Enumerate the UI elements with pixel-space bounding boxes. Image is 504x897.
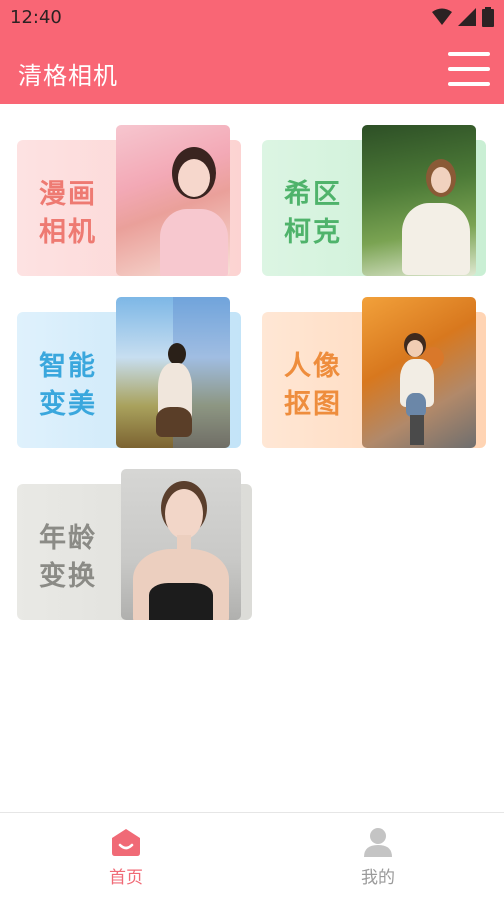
card-label: 年龄 变换 <box>39 520 97 596</box>
home-icon <box>112 829 140 856</box>
feature-card-age-transform[interactable]: 年龄 变换 <box>17 469 252 620</box>
card-label-line1: 希区 <box>284 179 342 210</box>
feature-card-smart-beauty[interactable]: 智能 变美 <box>17 297 241 448</box>
status-icons <box>432 7 494 27</box>
nav-mine-label: 我的 <box>361 868 395 888</box>
feature-card-portrait-cutout[interactable]: 人像 抠图 <box>262 297 486 448</box>
nav-mine[interactable]: 我的 <box>252 813 504 897</box>
battery-icon <box>482 7 494 27</box>
person-icon <box>364 828 392 857</box>
age-transform-photo <box>121 469 241 620</box>
card-label-line1: 年龄 <box>39 523 97 554</box>
card-label: 希区 柯克 <box>284 176 342 252</box>
wifi-icon <box>432 8 452 25</box>
hitchcock-photo <box>362 125 476 276</box>
card-label-line1: 人像 <box>284 351 342 382</box>
card-label-line1: 漫画 <box>39 179 97 210</box>
feature-card-hitchcock[interactable]: 希区 柯克 <box>262 125 486 276</box>
signal-icon <box>458 8 476 26</box>
card-label-line1: 智能 <box>39 351 97 382</box>
app-bar: 清格相机 <box>0 34 504 104</box>
status-bar: 12:40 <box>0 0 504 34</box>
smart-beauty-photo <box>116 297 230 448</box>
card-label: 人像 抠图 <box>284 348 342 424</box>
portrait-cutout-photo <box>362 297 476 448</box>
card-label-line2: 变美 <box>39 389 97 420</box>
card-label-line2: 抠图 <box>284 389 342 420</box>
card-label: 漫画 相机 <box>39 176 97 252</box>
card-label-line2: 柯克 <box>284 217 342 248</box>
nav-home-label: 首页 <box>109 868 143 888</box>
feature-card-comic-camera[interactable]: 漫画 相机 <box>17 125 241 276</box>
card-label: 智能 变美 <box>39 348 97 424</box>
app-title: 清格相机 <box>18 62 118 90</box>
card-label-line2: 变换 <box>39 561 97 592</box>
status-time: 12:40 <box>10 7 62 28</box>
nav-home[interactable]: 首页 <box>0 813 252 897</box>
comic-camera-photo <box>116 125 230 276</box>
hamburger-menu-icon[interactable] <box>448 50 490 88</box>
bottom-navigation: 首页 我的 <box>0 812 504 897</box>
card-label-line2: 相机 <box>39 217 97 248</box>
